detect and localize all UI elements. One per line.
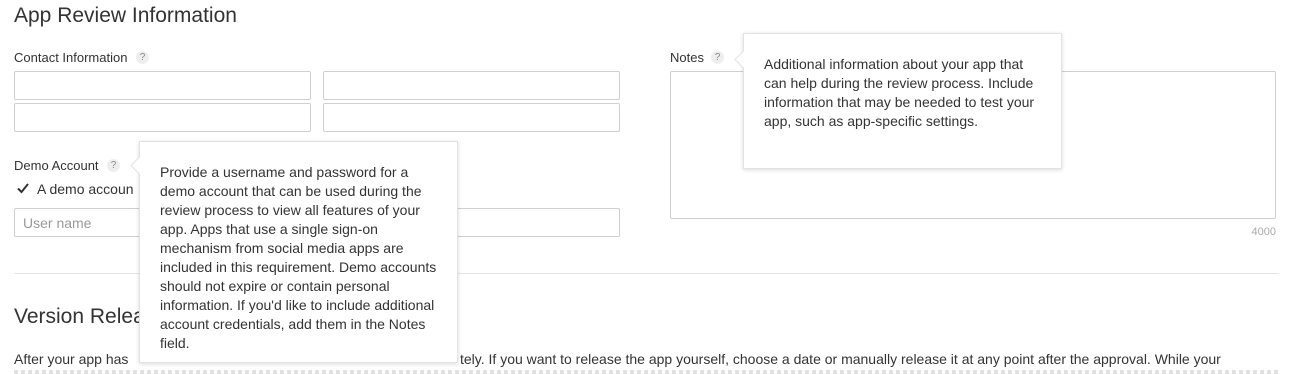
demo-username-placeholder: User name [23, 215, 92, 231]
demo-account-tooltip-arrow [130, 156, 149, 175]
notes-tooltip-arrow [734, 50, 753, 69]
contact-information-label: Contact Information [14, 50, 128, 65]
contact-email-field[interactable] [323, 103, 620, 132]
demo-account-checkbox-label: A demo accoun [37, 181, 134, 197]
demo-account-tooltip-text: Provide a username and password for a de… [160, 164, 437, 351]
notes-help-icon[interactable]: ? [711, 51, 724, 64]
demo-account-checkbox[interactable] [16, 181, 30, 195]
contact-phone-field[interactable] [14, 103, 311, 132]
demo-account-tooltip: Provide a username and password for a de… [130, 141, 458, 363]
notes-tooltip-text: Additional information about your app th… [764, 56, 1035, 129]
notes-char-count: 4000 [1251, 226, 1276, 238]
demo-account-label: Demo Account [14, 158, 99, 173]
version-release-text-left: After your app has [14, 351, 129, 367]
version-release-text-cut [14, 370, 1279, 374]
contact-help-icon[interactable]: ? [136, 51, 149, 64]
contact-first-name-field[interactable] [14, 71, 311, 100]
version-release-text-right: tely. If you want to release the app you… [460, 351, 1221, 367]
demo-account-help-icon[interactable]: ? [107, 159, 120, 172]
contact-last-name-field[interactable] [323, 71, 620, 100]
section-title: App Review Information [14, 4, 237, 27]
version-release-title: Version Relea [14, 305, 145, 328]
notes-label: Notes [670, 50, 704, 65]
notes-tooltip: Additional information about your app th… [734, 33, 1062, 169]
